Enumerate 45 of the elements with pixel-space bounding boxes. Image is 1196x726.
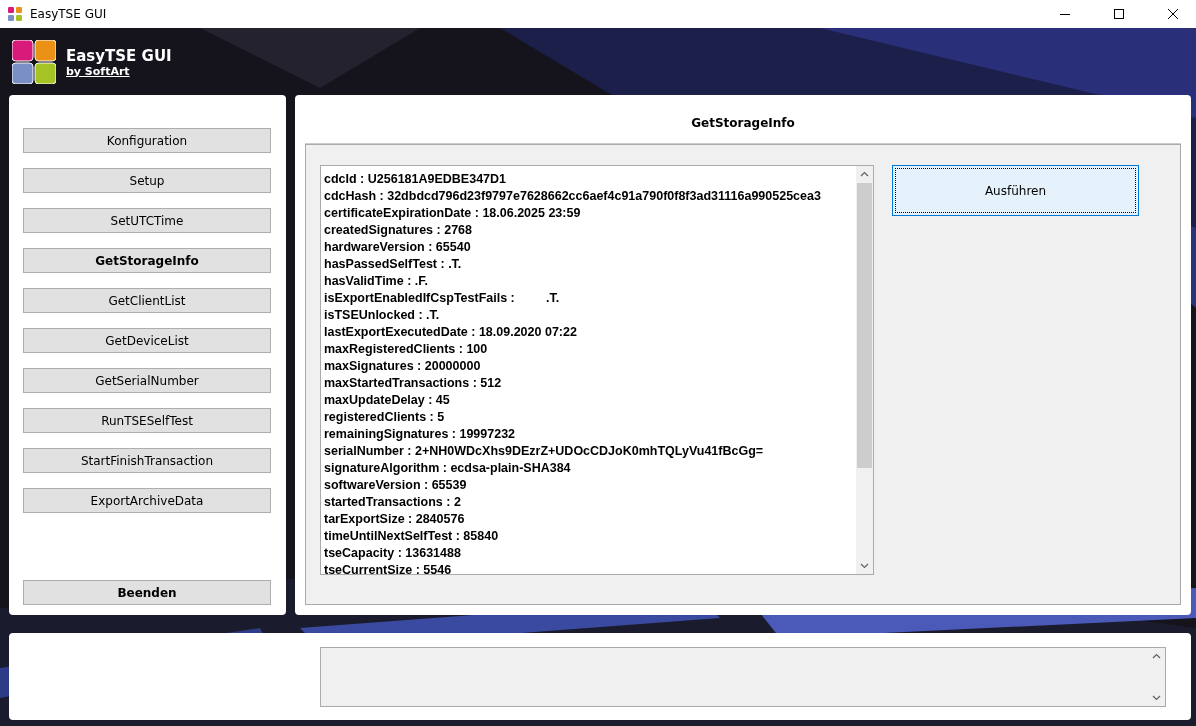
output-line: registeredClients : 5 — [324, 409, 446, 426]
output-line: isTSEUnlocked : .T. — [324, 307, 441, 324]
output-line: maxRegisteredClients : 100 — [324, 341, 489, 358]
menu-button[interactable]: Konfiguration — [23, 128, 271, 153]
output-line: tseCurrentSize : 5546 — [324, 562, 453, 574]
scrollbar[interactable] — [856, 166, 873, 574]
exit-button[interactable]: Beenden — [23, 580, 271, 605]
menu-button[interactable]: Setup — [23, 168, 271, 193]
output-line: maxUpdateDelay : 45 — [324, 392, 451, 409]
run-button[interactable]: Ausführen — [892, 165, 1139, 216]
close-icon — [1168, 9, 1178, 19]
menu-button[interactable]: GetDeviceList — [23, 328, 271, 353]
output-line: signatureAlgorithm : ecdsa-plain-SHA384 — [324, 460, 572, 477]
output-line: softwareVersion : 65539 — [324, 477, 468, 494]
output-line: createdSignatures : 2768 — [324, 222, 473, 239]
output-line: remainingSignatures : 19997232 — [324, 426, 517, 443]
output-line: lastExportExecutedDate : 18.09.2020 07:22 — [324, 324, 578, 341]
output-line: tarExportSize : 2840576 — [324, 511, 466, 528]
menu-button[interactable]: GetSerialNumber — [23, 368, 271, 393]
menu-button[interactable]: GetStorageInfo — [23, 248, 271, 273]
app-logo-icon — [12, 40, 56, 84]
output-textbox[interactable] — [320, 165, 874, 575]
output-line: serialNumber : 2+NH0WDcXhs9DEzrZ+UDOcCDJoK0mhTQLyVu41fBcGg= — [324, 443, 765, 460]
output-line: tseCapacity : 13631488 — [324, 545, 462, 562]
output-line: isExportEnabledIfCspTestFails : .T. — [324, 290, 561, 307]
menu-button[interactable]: GetClientList — [23, 288, 271, 313]
menu-button[interactable]: ExportArchiveData — [23, 488, 271, 513]
output-line: maxStartedTransactions : 512 — [324, 375, 503, 392]
output-line: cdcHash : 32dbdcd796d23f9797e7628662cc6aef4c91a790f0f8f3ad31116a990525cea3 — [324, 188, 822, 205]
menu-button[interactable]: RunTSESelfTest — [23, 408, 271, 433]
app-title: EasyTSE GUI — [66, 46, 172, 65]
output-line: maxSignatures : 20000000 — [324, 358, 482, 375]
vendor-link[interactable]: by SoftArt — [66, 64, 172, 78]
menu-button[interactable]: StartFinishTransaction — [23, 448, 271, 473]
output-line: timeUntilNextSelfTest : 85840 — [324, 528, 500, 545]
output-line: startedTransactions : 2 — [324, 494, 462, 511]
output-line: cdcId : U256181A9EDBE347D1 — [324, 171, 508, 188]
maximize-icon — [1114, 9, 1124, 19]
output-line: hasValidTime : .F. — [324, 273, 429, 290]
output-line: hasPassedSelfTest : .T. — [324, 256, 463, 273]
window-title: EasyTSE GUI — [30, 7, 108, 21]
output-line: hardwareVersion : 65540 — [324, 239, 472, 256]
menu-button[interactable]: SetUTCTime — [23, 208, 271, 233]
app-logo-icon — [8, 7, 22, 21]
output-line: certificateExpirationDate : 18.06.2025 23:59 — [324, 205, 582, 222]
